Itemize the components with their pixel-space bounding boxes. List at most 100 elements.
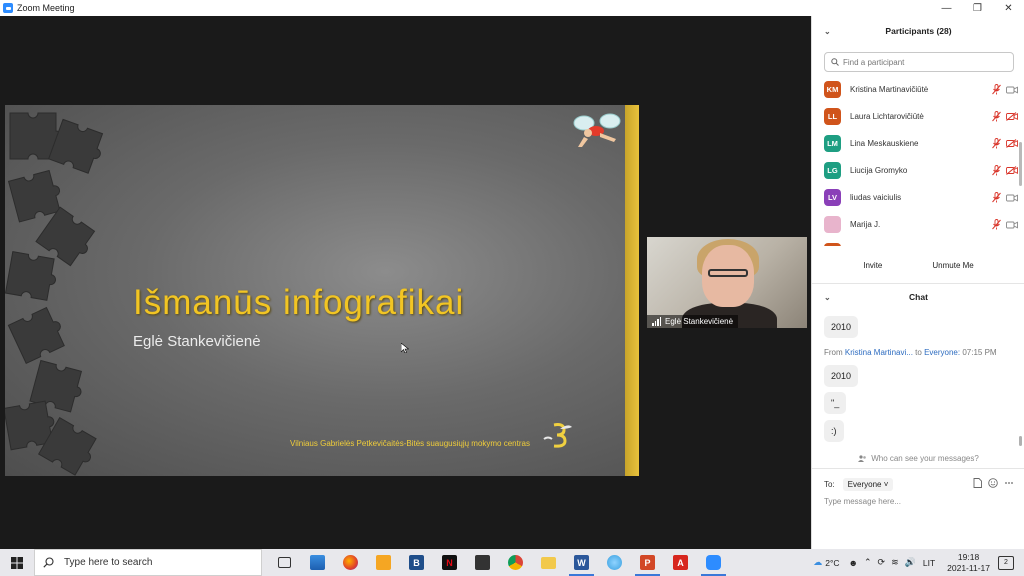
who-can-see-messages-link[interactable]: Who can see your messages? (812, 454, 1024, 463)
taskbar-app-word[interactable]: W (565, 549, 598, 576)
participant-name: Kristina Martinavičiūtė (850, 85, 929, 94)
network-icon[interactable]: ≋ (891, 557, 899, 568)
mic-muted-icon (992, 192, 1001, 203)
show-hidden-icons-chevron-icon[interactable]: ⌃ (864, 557, 872, 568)
chat-message: 2010 (824, 316, 859, 338)
system-tray: ☁ 2°C ☻ ⌃ ⟳ ≋ 🔊 LIT 19:18 2021-11-17 2 (810, 549, 1024, 576)
to-recipient-label: To: (824, 480, 835, 489)
taskbar-app-zoom[interactable] (697, 549, 730, 576)
taskbar-app-paint[interactable] (598, 549, 631, 576)
taskbar-app-firefox[interactable] (334, 549, 367, 576)
chat-sender-link[interactable]: Kristina Martinavi... (845, 348, 913, 357)
notes-icon (376, 555, 391, 570)
chat-message-input[interactable]: Type message here... (824, 497, 901, 506)
chat-divider (812, 468, 1024, 469)
minimize-button[interactable]: — (931, 0, 962, 16)
volume-icon[interactable]: 🔊 (905, 557, 916, 568)
participant-row[interactable]: KM Kristina Martinavičiūtė (812, 76, 1018, 103)
taskbar-app-store[interactable] (466, 549, 499, 576)
collapse-chat-chevron-icon[interactable]: ⌄ (824, 293, 831, 302)
task-view-icon (278, 557, 291, 568)
chat-tools (973, 478, 1014, 488)
participant-row[interactable]: LV liudas vaiciulis (812, 184, 1018, 211)
taskbar-app-powerpoint[interactable]: P (631, 549, 664, 576)
file-icon[interactable] (973, 478, 982, 488)
participant-status-icons (992, 103, 1018, 130)
taskbar-app-chrome[interactable] (499, 549, 532, 576)
slide-footer: Vilniaus Gabrielės Petkevičaitės-Bitės s… (290, 439, 530, 448)
photos-icon (310, 555, 325, 570)
participant-status-icons (992, 76, 1018, 103)
participant-name: Laura Lichtarovičiūtė (850, 112, 924, 121)
taskbar-app-photos[interactable] (301, 549, 334, 576)
chat-message: :) (824, 420, 844, 442)
title-bar: Zoom Meeting — ❐ ✕ (0, 0, 1024, 16)
taskbar-clock[interactable]: 19:18 2021-11-17 (947, 552, 990, 574)
emoji-icon[interactable] (988, 478, 998, 488)
taskbar-app-file-explorer[interactable] (532, 549, 565, 576)
unmute-me-button[interactable]: Unmute Me (926, 258, 979, 273)
language-indicator[interactable]: LIT (923, 558, 935, 568)
weather-temperature[interactable]: 2°C (825, 558, 839, 568)
chat-time: 07:15 PM (962, 348, 997, 357)
taskbar-app-notes[interactable] (367, 549, 400, 576)
close-button[interactable]: ✕ (993, 0, 1024, 16)
taskbar-search-box[interactable]: Type here to search (34, 549, 262, 576)
participant-actions: Invite Unmute Me (812, 258, 1024, 273)
participants-header: ⌄ Participants (28) (812, 16, 1024, 46)
store-icon (475, 555, 490, 570)
chat-recipient-link[interactable]: Everyone: (924, 348, 960, 357)
chat-recipient-row: To: Everyone ˅ (824, 478, 894, 491)
slide-title: Išmanūs infografikai (133, 283, 465, 322)
participant-row[interactable]: LL Laura Lichtarovičiūtė (812, 103, 1018, 130)
chrome-icon (508, 555, 523, 570)
slide-accent-bar (625, 105, 639, 476)
participant-row-partial[interactable] (812, 238, 1018, 246)
invite-button[interactable]: Invite (857, 258, 888, 273)
participant-list-scrollbar[interactable] (1018, 76, 1023, 246)
chat-message: "_ (824, 392, 847, 414)
window-title: Zoom Meeting (17, 3, 75, 13)
participant-row[interactable]: LM Lina Meskauskiene (812, 130, 1018, 157)
slide-author: Eglė Stankevičienė (133, 333, 261, 350)
who-can-see-label: Who can see your messages? (871, 454, 979, 463)
zoom-app-icon (3, 3, 13, 13)
participant-video-tile[interactable]: Eglė Stankevičienė (647, 237, 807, 328)
participant-name: Liucija Gromyko (850, 166, 908, 175)
collapse-participants-chevron-icon[interactable]: ⌄ (824, 27, 831, 36)
participant-status-icons (992, 130, 1018, 157)
recipient-dropdown[interactable]: Everyone ˅ (842, 478, 894, 491)
participant-row[interactable]: LG Liucija Gromyko (812, 157, 1018, 184)
window-controls: — ❐ ✕ (931, 0, 1024, 16)
participant-avatar: LG (824, 162, 841, 179)
zoom-icon (706, 555, 721, 570)
video-off-icon (1006, 112, 1018, 121)
acrobat-icon: A (673, 555, 688, 570)
participant-status-icons (992, 157, 1018, 184)
to-label: to (915, 348, 922, 357)
mouse-cursor-icon (401, 343, 409, 353)
participant-search-input[interactable]: Find a participant (824, 52, 1014, 72)
people-tray-icon[interactable]: ☻ (849, 558, 858, 568)
more-options-icon[interactable] (1004, 478, 1014, 488)
participant-avatar (824, 216, 841, 233)
sync-icon[interactable]: ⟳ (878, 557, 886, 568)
search-icon (43, 557, 54, 568)
start-button[interactable] (0, 549, 34, 576)
task-view-button[interactable] (268, 549, 301, 576)
participant-row[interactable]: Marija J. (812, 211, 1018, 238)
video-camera-icon (1006, 220, 1018, 229)
restore-button[interactable]: ❐ (962, 0, 993, 16)
taskbar-app-b[interactable]: B (400, 549, 433, 576)
taskbar-app-netflix[interactable]: N (433, 549, 466, 576)
shared-screen-slide: Išmanūs infografikai Eglė Stankevičienė … (5, 105, 639, 476)
mic-muted-icon (992, 165, 1001, 176)
notification-center-icon[interactable]: 2 (998, 555, 1014, 570)
chat-scrollbar[interactable] (1018, 314, 1023, 454)
mic-muted-icon (992, 219, 1001, 230)
video-person-glasses (708, 269, 748, 277)
signal-strength-icon (652, 317, 661, 326)
firefox-icon (343, 555, 358, 570)
taskbar-app-acrobat[interactable]: A (664, 549, 697, 576)
chat-title: Chat (909, 292, 928, 302)
